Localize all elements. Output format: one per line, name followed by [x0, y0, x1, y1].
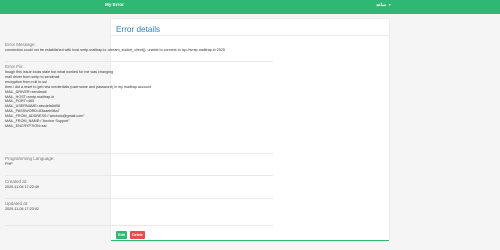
delete-button[interactable]: Delete [130, 231, 145, 239]
divider [5, 175, 273, 176]
divider [5, 198, 273, 199]
user-menu[interactable]: ساعد ▼ [376, 2, 391, 8]
created-at-section: Created at: 2020-11-04 17:22:49 [5, 179, 273, 190]
edit-button[interactable]: Edit [116, 231, 127, 239]
divider [5, 153, 273, 154]
caret-down-icon: ▼ [387, 3, 392, 7]
error-message-value: connection could not be established with… [5, 48, 225, 52]
error-message-section: Error Message: connection could not be e… [5, 42, 273, 53]
brand-link[interactable]: My Error [105, 2, 124, 7]
updated-at-value: 2020-11-04 17:23:02 [5, 207, 39, 211]
page-title: Error details [116, 25, 161, 34]
divider [5, 225, 273, 226]
updated-at-section: Updated at: 2020-11-04 17:23:02 [5, 201, 273, 212]
created-at-value: 2020-11-04 17:22:49 [5, 185, 39, 189]
error-fix-line: MAIL_ENCRYPTION=ssl [5, 123, 47, 128]
divider [5, 61, 273, 62]
language-value: PHP [5, 162, 13, 166]
language-section: Programming Language: PHP [5, 156, 273, 167]
title-divider [111, 35, 389, 36]
top-navbar: My Error ساعد ▼ [0, 0, 500, 14]
error-fix-section: Error Fix: Itough this issue looks stale… [5, 64, 273, 129]
user-name: ساعد [376, 2, 386, 7]
